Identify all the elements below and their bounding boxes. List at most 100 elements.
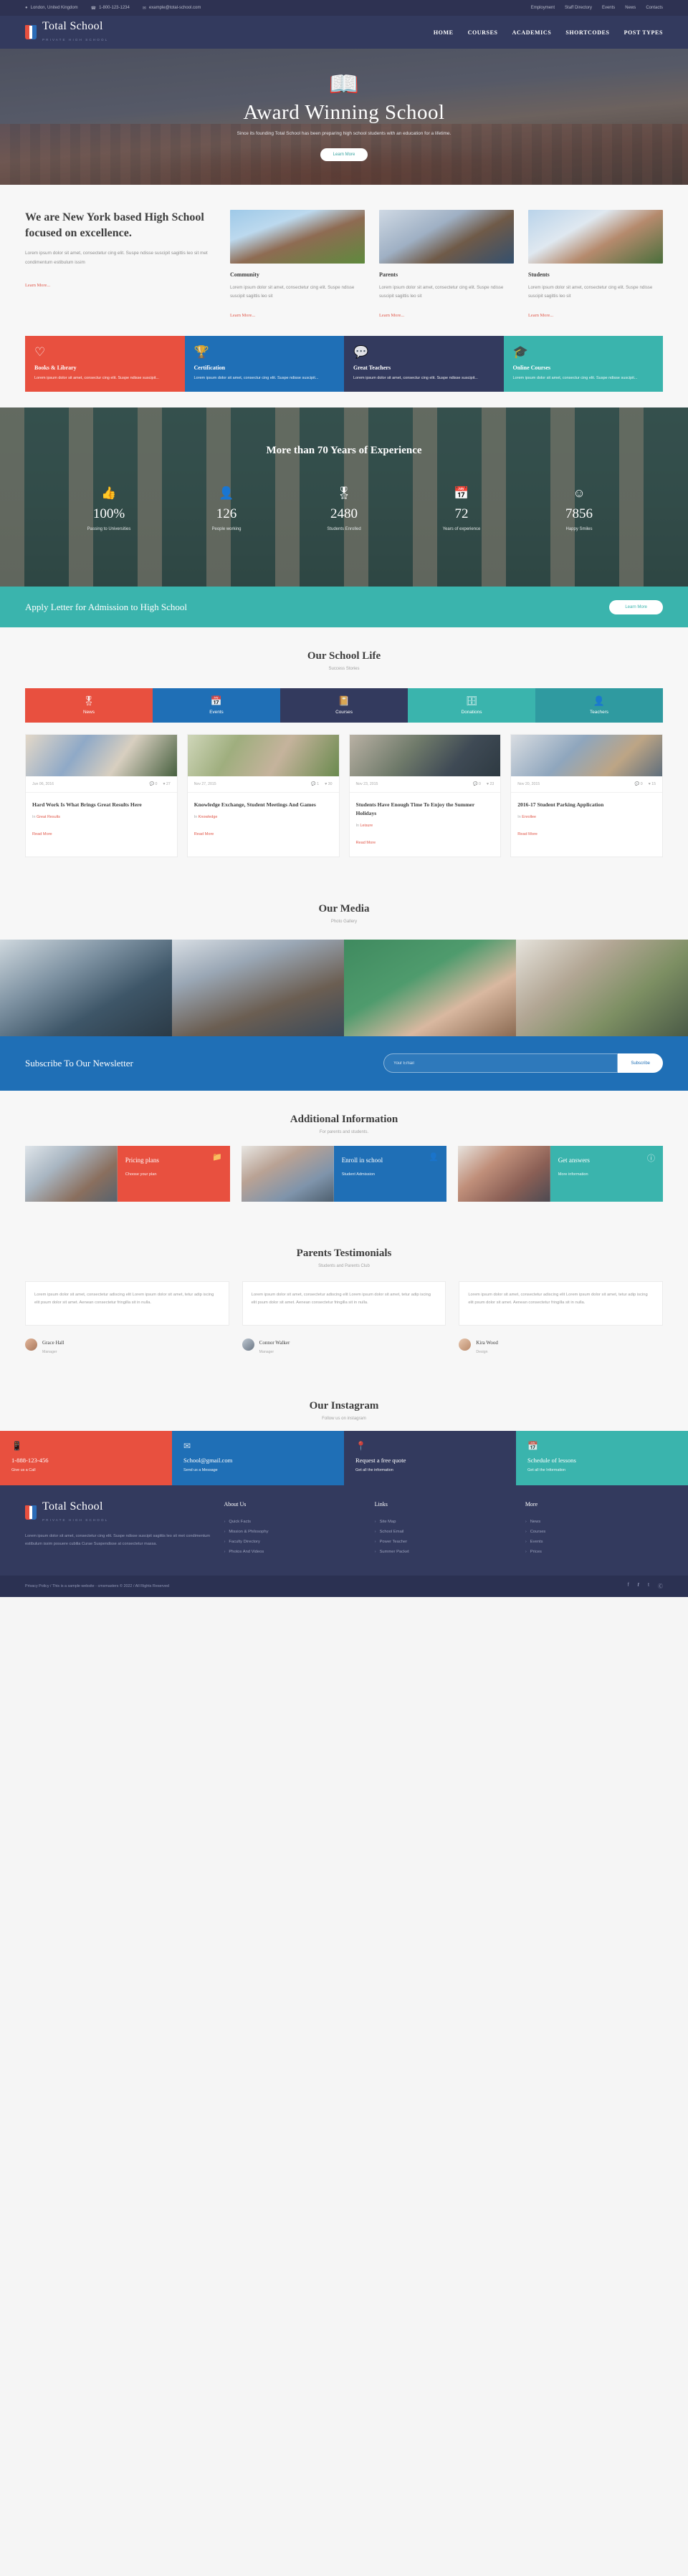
nav-home[interactable]: HOME bbox=[434, 29, 454, 36]
footer-logo[interactable]: Total School PRIVATE HIGH SCHOOL bbox=[25, 1500, 211, 1524]
feature-text: Lorem ipsum dolor sit amet, consectur ci… bbox=[194, 376, 319, 381]
feature-books-library[interactable]: ♡ Books & Library Lorem ipsum dolor sit … bbox=[25, 336, 185, 392]
footer-link[interactable]: Prices bbox=[525, 1547, 663, 1557]
phone-info[interactable]: ☎ 1-800-123-1234 bbox=[91, 6, 130, 11]
news-card[interactable]: Nov 23, 2015 💬 0 ♥ 23 Students Have Enou… bbox=[348, 734, 502, 857]
media-section: Our Media Photo Gallery bbox=[0, 879, 688, 1036]
news-title[interactable]: Hard Work Is What Brings Great Results H… bbox=[32, 801, 171, 809]
topnav-employment[interactable]: Employment bbox=[531, 6, 555, 10]
contact-email[interactable]: ✉ School@gmail.com Send us a Message bbox=[172, 1430, 344, 1485]
facebook-icon[interactable]: f bbox=[628, 1583, 629, 1590]
read-more-link[interactable]: Read More bbox=[32, 832, 52, 836]
stats-heading: More than 70 Years of Experience bbox=[266, 445, 422, 457]
feature-title: Great Teachers bbox=[353, 365, 391, 372]
nav-post-types[interactable]: POST TYPES bbox=[624, 29, 663, 36]
feature-certification[interactable]: 🏆 Certification Lorem ipsum dolor sit am… bbox=[184, 336, 344, 392]
contact-sub: Get all the information bbox=[355, 1467, 393, 1472]
twitter-icon[interactable]: 𝒕 bbox=[638, 1583, 639, 1590]
gallery-photo[interactable] bbox=[516, 939, 688, 1036]
info-sub: Choose your plan bbox=[125, 1172, 157, 1177]
site-logo[interactable]: Total School PRIVATE HIGH SCHOOL bbox=[25, 21, 108, 44]
info-box-pricing-plans[interactable]: 📁 Pricing plans Choose your plan bbox=[25, 1145, 230, 1202]
tab-donations[interactable]: 🗄 Donations bbox=[408, 688, 535, 723]
footer-link[interactable]: Events bbox=[525, 1537, 663, 1547]
card-learn-more-link[interactable]: Learn More... bbox=[379, 313, 404, 318]
footer-link[interactable]: Power Teacher bbox=[375, 1537, 512, 1547]
nav-courses[interactable]: COURSES bbox=[468, 29, 498, 36]
footer-link[interactable]: Summer Packet bbox=[375, 1547, 512, 1557]
news-card[interactable]: Nov 27, 2015 💬 1 ♥ 30 Knowledge Exchange… bbox=[186, 734, 340, 857]
gallery-photo[interactable] bbox=[344, 939, 516, 1036]
newsletter-email-input[interactable] bbox=[383, 1053, 618, 1074]
about-intro: We are New York based High School focuse… bbox=[25, 210, 216, 320]
news-card[interactable]: Jun 06, 2016 💬 0 ♥ 27 Hard Work Is What … bbox=[25, 734, 178, 857]
footer-link[interactable]: Courses bbox=[525, 1527, 663, 1537]
tab-events[interactable]: 📅 Events bbox=[153, 688, 280, 723]
footer-link[interactable]: Faculty Directory bbox=[224, 1537, 361, 1547]
news-category: In Knowledge bbox=[194, 814, 218, 819]
info-box-get-answers[interactable]: ⓘ Get answers More information bbox=[458, 1145, 663, 1202]
stat-value: 7856 bbox=[565, 506, 593, 522]
news-date: Nov 23, 2015 bbox=[355, 782, 378, 787]
testimonials-subheading: Students and Parents Club bbox=[318, 1263, 370, 1268]
testimonial-name: Kira Wood bbox=[476, 1339, 498, 1346]
testimonial-quote: Lorem ipsum dolor sit amet, consectetur … bbox=[25, 1280, 229, 1326]
book-icon: 📔 bbox=[338, 695, 350, 707]
tumblr-icon[interactable]: t bbox=[648, 1583, 649, 1590]
email-info[interactable]: ✉ example@total-school.com bbox=[143, 6, 201, 11]
newsletter-subscribe-button[interactable]: Subscribe bbox=[618, 1053, 663, 1074]
card-learn-more-link[interactable]: Learn More... bbox=[528, 313, 553, 318]
news-title[interactable]: Students Have Enough Time To Enjoy the S… bbox=[356, 801, 494, 818]
tab-news[interactable]: 🎖 News bbox=[25, 688, 153, 723]
skype-icon[interactable]: Ⓒ bbox=[658, 1583, 663, 1590]
contact-phone[interactable]: 📱 1-888-123-456 Give us a Call bbox=[0, 1430, 172, 1485]
card-learn-more-link[interactable]: Learn More... bbox=[230, 313, 255, 318]
contact-quote[interactable]: 📍 Request a free quote Get all the infor… bbox=[344, 1430, 516, 1485]
award-ribbon-icon: 🎖 bbox=[336, 486, 352, 501]
news-title[interactable]: Knowledge Exchange, Student Meetings And… bbox=[194, 801, 333, 809]
card-image bbox=[230, 210, 365, 264]
feature-online-courses[interactable]: 🎓 Online Courses Lorem ipsum dolor sit a… bbox=[503, 336, 663, 392]
about-card-community: Community Lorem ipsum dolor sit amet, co… bbox=[230, 210, 365, 320]
nav-academics[interactable]: ACADEMICS bbox=[512, 29, 552, 36]
contact-schedule[interactable]: 📅 Schedule of lessons Get all the Inform… bbox=[516, 1430, 688, 1485]
testimonial-role: Design bbox=[476, 1349, 488, 1354]
info-sub: More information bbox=[558, 1172, 588, 1177]
footer-link[interactable]: Photos And Videos bbox=[224, 1547, 361, 1557]
news-card[interactable]: Nov 20, 2015 💬 0 ♥ 15 2016-17 Student Pa… bbox=[510, 734, 663, 857]
info-box-enroll-in-school[interactable]: 👤 Enroll in school Student Admission bbox=[242, 1145, 446, 1202]
footer-link[interactable]: Quick Facts bbox=[224, 1517, 361, 1527]
heart-icon: ♥ bbox=[163, 782, 166, 787]
school-life-tabs: 🎖 News 📅 Events 📔 Courses 🗄 Donations 👤 … bbox=[25, 688, 663, 723]
topnav-news[interactable]: News bbox=[625, 6, 636, 10]
smiley-icon: ☺ bbox=[573, 486, 586, 501]
tab-teachers[interactable]: 👤 Teachers bbox=[535, 688, 663, 723]
nav-shortcodes[interactable]: SHORTCODES bbox=[565, 29, 609, 36]
news-category: In Great Results bbox=[32, 814, 60, 819]
topnav-staff-directory[interactable]: Staff Directory bbox=[565, 6, 592, 10]
tab-courses[interactable]: 📔 Courses bbox=[280, 688, 408, 723]
gallery-photo[interactable] bbox=[0, 939, 172, 1036]
school-life-heading: Our School Life bbox=[307, 650, 381, 662]
footer-link[interactable]: Site Map bbox=[375, 1517, 512, 1527]
hero-learn-more-button[interactable]: Learn More bbox=[320, 148, 368, 162]
footer-link[interactable]: Mission & Philosophy bbox=[224, 1527, 361, 1537]
read-more-link[interactable]: Read More bbox=[194, 832, 214, 836]
stat-label: Happy Smiles bbox=[565, 527, 593, 532]
topnav-events[interactable]: Events bbox=[602, 6, 615, 10]
read-more-link[interactable]: Read More bbox=[356, 841, 376, 845]
read-more-link[interactable]: Read More bbox=[517, 832, 538, 836]
apply-learn-more-button[interactable]: Learn More bbox=[609, 599, 663, 614]
people-icon: 👤 bbox=[219, 486, 234, 501]
gallery-photo[interactable] bbox=[172, 939, 344, 1036]
footer-link[interactable]: News bbox=[525, 1517, 663, 1527]
about-learn-more-link[interactable]: Learn More... bbox=[25, 283, 50, 288]
mail-icon: ✉ bbox=[183, 1440, 191, 1451]
feature-great-teachers[interactable]: 💬 Great Teachers Lorem ipsum dolor sit a… bbox=[344, 336, 504, 392]
card-image bbox=[379, 210, 514, 264]
footer-link[interactable]: School Email bbox=[375, 1527, 512, 1537]
testimonial-item: Lorem ipsum dolor sit amet, consectetur … bbox=[242, 1280, 446, 1354]
topnav-contacts[interactable]: Contacts bbox=[646, 6, 663, 10]
news-title[interactable]: 2016-17 Student Parking Application bbox=[517, 801, 656, 809]
graduation-cap-icon: 🎓 bbox=[512, 345, 528, 360]
